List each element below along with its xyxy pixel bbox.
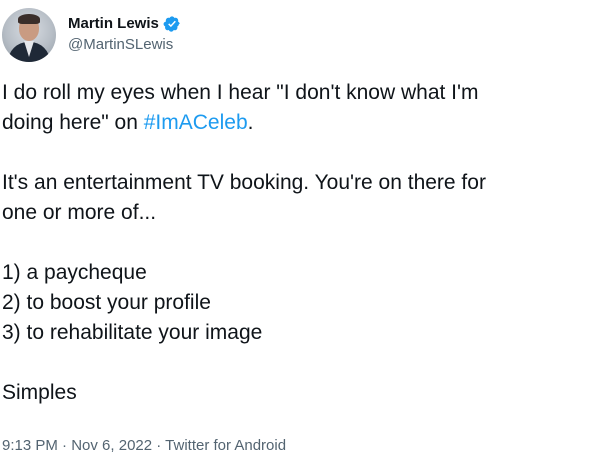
- avatar-hair: [18, 14, 40, 24]
- tweet-source[interactable]: Twitter for Android: [165, 437, 286, 454]
- tweet-date[interactable]: Nov 6, 2022: [71, 437, 152, 454]
- tweet-line: It's an entertainment TV booking. You're…: [2, 171, 486, 194]
- tweet-header: Martin Lewis @MartinSLewis: [0, 8, 598, 64]
- verified-badge-icon: [163, 15, 181, 33]
- author-handle[interactable]: @MartinSLewis: [68, 35, 173, 54]
- list-item: 2) to boost your profile: [2, 291, 211, 314]
- tweet-text-fragment: .: [247, 111, 254, 134]
- tweet-text-fragment: doing here" on: [2, 111, 144, 134]
- meta-separator: ·: [57, 437, 72, 454]
- list-item: 1) a paycheque: [2, 261, 147, 284]
- avatar[interactable]: [2, 8, 56, 62]
- author-name-row[interactable]: Martin Lewis: [68, 14, 181, 33]
- tweet-meta: 9:13 PM · Nov 6, 2022 · Twitter for Andr…: [2, 436, 286, 456]
- tweet-line: I do roll my eyes when I hear "I don't k…: [2, 81, 479, 104]
- tweet-line: doing here" on #ImACeleb.: [2, 108, 596, 138]
- author-name[interactable]: Martin Lewis: [68, 14, 159, 33]
- list-item: 3) to rehabilitate your image: [2, 321, 263, 344]
- tweet-line: one or more of...: [2, 201, 157, 224]
- tweet-line: Simples: [2, 381, 77, 404]
- tweet-time[interactable]: 9:13 PM: [2, 437, 58, 454]
- hashtag-link[interactable]: #ImACeleb: [144, 111, 248, 134]
- tweet-body: I do roll my eyes when I hear "I don't k…: [2, 78, 596, 408]
- meta-separator: ·: [152, 437, 166, 454]
